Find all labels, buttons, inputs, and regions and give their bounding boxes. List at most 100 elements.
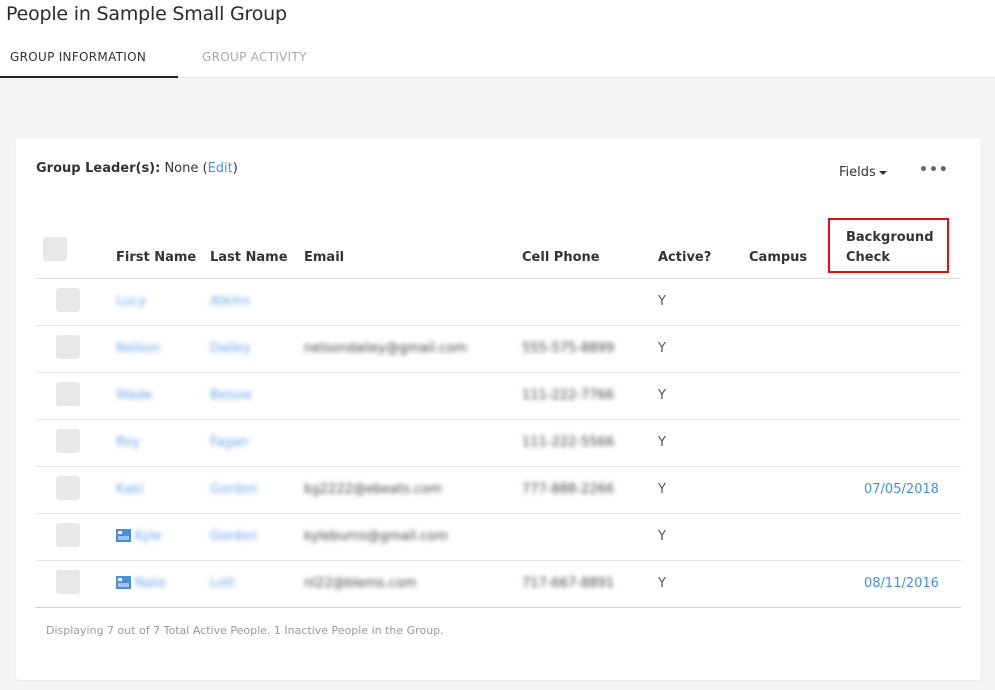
select-all-checkbox[interactable] xyxy=(43,236,67,261)
col-background-check[interactable]: Background Check xyxy=(846,218,961,279)
fields-dropdown-button[interactable]: Fields xyxy=(839,165,887,180)
email-value: kyleburns@gmail.com xyxy=(304,529,448,544)
email-cell xyxy=(304,372,522,420)
select-all-header xyxy=(36,218,116,279)
cell-phone-cell: 555-575-8899 xyxy=(522,325,658,373)
first-name-cell: Kaki xyxy=(116,466,210,514)
col-email[interactable]: Email xyxy=(304,218,522,279)
first-name-cell: Kyle xyxy=(116,513,210,561)
row-select-cell xyxy=(36,372,116,420)
cell-phone-cell xyxy=(522,513,658,561)
tab-bar: GROUP INFORMATION GROUP ACTIVITY xyxy=(0,44,307,78)
first-name-link[interactable]: Roy xyxy=(116,435,140,450)
cell-phone-value: 717-667-8891 xyxy=(522,576,615,591)
active-cell: Y xyxy=(658,372,749,420)
tab-group-activity[interactable]: GROUP ACTIVITY xyxy=(178,44,307,78)
first-name-link[interactable]: Kaki xyxy=(116,482,143,497)
row-checkbox[interactable] xyxy=(56,287,80,312)
tab-group-information[interactable]: GROUP INFORMATION xyxy=(0,44,178,78)
campus-cell xyxy=(749,372,846,420)
row-checkbox[interactable] xyxy=(56,569,80,594)
col-cell-phone[interactable]: Cell Phone xyxy=(522,218,658,279)
last-name-cell: Dailey xyxy=(210,325,304,373)
background-check-cell xyxy=(846,325,961,373)
background-check-cell xyxy=(846,372,961,420)
active-cell: Y xyxy=(658,513,749,561)
first-name-link[interactable]: Nelson xyxy=(116,341,160,356)
email-cell: nelsondailey@gmail.com xyxy=(304,325,522,373)
first-name-link[interactable]: Lucy xyxy=(116,294,146,309)
table-row[interactable]: Roy Fagan 111-222-5566 Y xyxy=(36,419,961,467)
table-row[interactable]: Nelson Dailey nelsondailey@gmail.com 555-57… xyxy=(36,325,961,373)
first-name-cell: Nelson xyxy=(116,325,210,373)
row-select-cell xyxy=(36,560,116,608)
background-check-cell xyxy=(846,513,961,561)
active-cell: Y xyxy=(658,466,749,514)
background-check-cell xyxy=(846,278,961,326)
photo-icon xyxy=(116,529,131,542)
last-name-link[interactable]: Bessie xyxy=(210,388,252,403)
row-checkbox[interactable] xyxy=(56,522,80,547)
cell-phone-cell: 111-222-5566 xyxy=(522,419,658,467)
cell-phone-cell: 111-222-7766 xyxy=(522,372,658,420)
campus-cell xyxy=(749,419,846,467)
row-select-cell xyxy=(36,466,116,514)
group-leaders: Group Leader(s): None (Edit) xyxy=(36,161,238,176)
first-name-link[interactable]: Wade xyxy=(116,388,152,403)
col-campus[interactable]: Campus xyxy=(749,218,846,279)
campus-cell xyxy=(749,325,846,373)
col-last-name[interactable]: Last Name xyxy=(210,218,304,279)
last-name-cell: Bessie xyxy=(210,372,304,420)
first-name-cell: Wade xyxy=(116,372,210,420)
table-row[interactable]: Nate Lott nl22@blems.com 717-667-8891 Y 08/11… xyxy=(36,560,961,608)
email-cell: nl22@blems.com xyxy=(304,560,522,608)
row-checkbox[interactable] xyxy=(56,334,80,359)
cell-phone-value: 111-222-5566 xyxy=(522,435,615,450)
last-name-cell: Fagan xyxy=(210,419,304,467)
table-row[interactable]: Lucy Atkins Y xyxy=(36,278,961,326)
last-name-link[interactable]: Fagan xyxy=(210,435,249,450)
campus-cell xyxy=(749,560,846,608)
active-cell: Y xyxy=(658,419,749,467)
last-name-link[interactable]: Gordon xyxy=(210,529,258,544)
cell-phone-value: 777-888-2266 xyxy=(522,482,615,497)
email-value: nl22@blems.com xyxy=(304,576,417,591)
cell-phone-cell: 777-888-2266 xyxy=(522,466,658,514)
people-card: Group Leader(s): None (Edit) Fields ••• … xyxy=(16,138,981,680)
email-value: nelsondailey@gmail.com xyxy=(304,341,467,356)
row-checkbox[interactable] xyxy=(56,381,80,406)
last-name-link[interactable]: Atkins xyxy=(210,294,250,309)
page-title: People in Sample Small Group xyxy=(6,3,287,25)
cell-phone-value: 555-575-8899 xyxy=(522,341,615,356)
table-row[interactable]: Kyle Gordon kyleburns@gmail.com Y xyxy=(36,513,961,561)
more-options-button[interactable]: ••• xyxy=(919,162,949,178)
col-active[interactable]: Active? xyxy=(658,218,749,279)
last-name-link[interactable]: Dailey xyxy=(210,341,251,356)
last-name-cell: Atkins xyxy=(210,278,304,326)
display-summary: Displaying 7 out of 7 Total Active Peopl… xyxy=(46,624,444,637)
last-name-cell: Lott xyxy=(210,560,304,608)
row-checkbox[interactable] xyxy=(56,475,80,500)
background-check-cell xyxy=(846,419,961,467)
last-name-link[interactable]: Gordon xyxy=(210,482,258,497)
background-check-cell: 08/11/2016 xyxy=(846,560,961,608)
col-first-name[interactable]: First Name xyxy=(116,218,210,279)
row-checkbox[interactable] xyxy=(56,428,80,453)
row-select-cell xyxy=(36,278,116,326)
table-row[interactable]: Kaki Gordon kg2222@ebeats.com 777-888-2266 Y… xyxy=(36,466,961,514)
first-name-link[interactable]: Nate xyxy=(135,576,166,591)
first-name-link[interactable]: Kyle xyxy=(135,529,162,544)
group-leaders-label: Group Leader(s): xyxy=(36,161,161,176)
table-row[interactable]: Wade Bessie 111-222-7766 Y xyxy=(36,372,961,420)
first-name-cell: Roy xyxy=(116,419,210,467)
edit-leaders-link[interactable]: Edit xyxy=(208,161,233,176)
row-select-cell xyxy=(36,513,116,561)
row-select-cell xyxy=(36,419,116,467)
cell-phone-cell xyxy=(522,278,658,326)
background-check-date-link[interactable]: 08/11/2016 xyxy=(864,576,939,591)
background-check-date-link[interactable]: 07/05/2018 xyxy=(864,482,939,497)
email-value: kg2222@ebeats.com xyxy=(304,482,442,497)
first-name-cell: Nate xyxy=(116,560,210,608)
last-name-link[interactable]: Lott xyxy=(210,576,235,591)
page-header: People in Sample Small Group GROUP INFOR… xyxy=(0,0,995,78)
